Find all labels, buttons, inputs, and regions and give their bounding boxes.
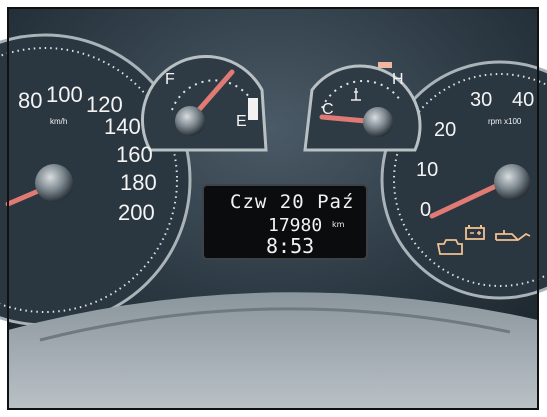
fuel-full-label: F [165,71,175,88]
speedometer-hub [35,164,73,202]
instrument-cluster-photo: 80 100 120 140 160 180 200 km/h F E C H … [0,0,547,417]
speed-tick-80: 80 [18,88,42,113]
speed-tick-180: 180 [120,170,157,195]
rpm-tick-10: 10 [416,159,438,181]
speed-tick-200: 200 [118,200,155,225]
rpm-tick-0: 0 [420,199,431,221]
rpm-tick-30: 30 [470,89,492,111]
speed-tick-160: 160 [116,142,153,167]
temperature-cold-label: C [322,101,334,118]
fuel-hub [175,106,205,136]
speed-tick-100: 100 [46,82,83,107]
rpm-tick-40: 40 [512,89,534,111]
tachometer-unit: rpm x100 [488,117,522,126]
fuel-empty-label: E [236,113,247,130]
temperature-hub [363,107,393,137]
lcd-time: 8:53 [266,234,315,258]
temperature-hot-label: H [392,71,404,88]
lcd-odometer: 17980 [268,215,323,236]
tachometer-hub [494,164,530,200]
temperature-hot-zone [378,62,392,68]
fuel-reserve-marker [248,98,258,120]
lcd-date: Czw 20 Paź [230,191,355,213]
rpm-tick-20: 20 [434,119,456,141]
speed-tick-140: 140 [104,114,141,139]
lcd-odometer-unit: km [332,220,345,229]
speedometer-unit: km/h [50,117,67,126]
